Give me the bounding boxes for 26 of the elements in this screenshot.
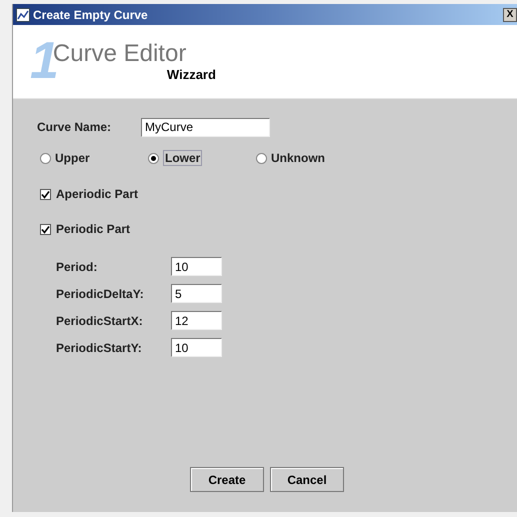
radio-label: Lower: [163, 150, 202, 166]
number-field[interactable]: 5: [171, 284, 222, 303]
field-label: Period:: [56, 260, 98, 274]
number-field[interactable]: 10: [171, 338, 222, 357]
field-label: PeriodicStartY:: [56, 340, 143, 354]
field-label: Curve Name:: [37, 120, 112, 134]
radio-button[interactable]: [148, 152, 159, 164]
create-button[interactable]: Create: [190, 467, 264, 492]
radio-button[interactable]: [40, 152, 51, 164]
checkbox[interactable]: [40, 224, 51, 234]
cancel-button[interactable]: Cancel: [270, 467, 344, 492]
window-title: Create Empty Curve: [33, 8, 149, 22]
radio-label: Unknown: [271, 151, 325, 165]
field-label: PeriodicStartX:: [56, 314, 144, 328]
radio-button[interactable]: [256, 152, 267, 164]
close-button[interactable]: X: [503, 8, 517, 22]
radio-label: Upper: [55, 151, 90, 165]
checkbox[interactable]: [40, 188, 51, 200]
checkbox-label: Aperiodic Part: [56, 187, 138, 201]
number-field[interactable]: 10: [171, 257, 222, 276]
number-field[interactable]: 12: [171, 311, 222, 330]
checkbox-label: Periodic Part: [56, 222, 130, 236]
chart-icon: [16, 8, 30, 22]
app-subtitle: Wizzard: [166, 67, 216, 83]
curve-name-field[interactable]: MyCurve: [141, 118, 270, 136]
field-label: PeriodicDeltaY:: [56, 286, 145, 300]
